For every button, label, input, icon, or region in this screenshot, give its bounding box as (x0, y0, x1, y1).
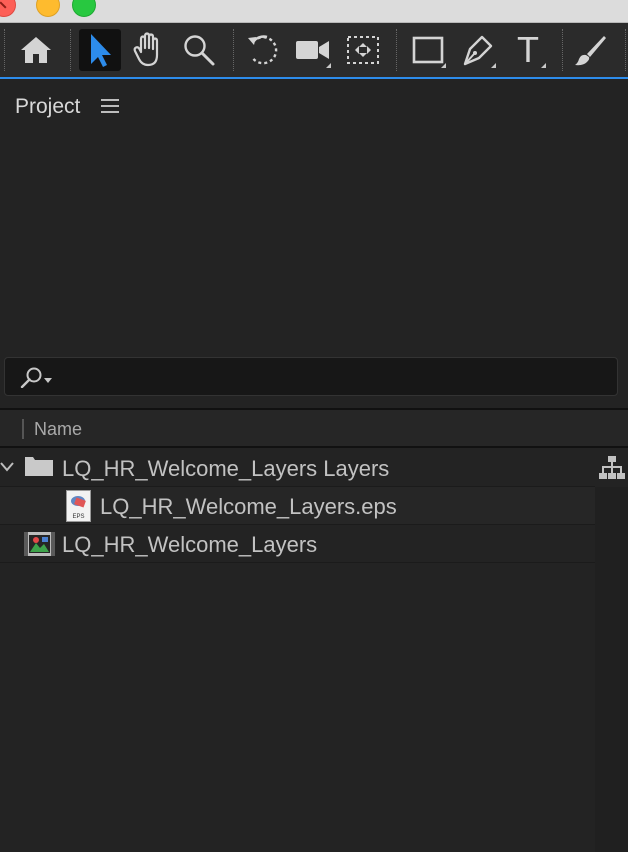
flowchart-icon[interactable] (598, 455, 626, 481)
brush-tool-button[interactable] (570, 29, 612, 71)
eps-file-icon: EPS (66, 490, 91, 522)
tool-flyout-indicator (541, 63, 546, 68)
hand-tool-button[interactable] (128, 29, 170, 71)
toolbar-separator (625, 29, 626, 71)
pan-behind-tool-icon (347, 36, 379, 64)
pen-tool-button[interactable] (457, 29, 499, 71)
rectangle-tool-button[interactable] (407, 29, 449, 71)
window-title-bar (0, 0, 628, 23)
chevron-down-icon[interactable] (0, 462, 14, 472)
name-column-header[interactable]: Name (34, 419, 82, 440)
search-dropdown-icon[interactable] (19, 366, 55, 388)
toolbar-separator (396, 29, 397, 71)
item-label: LQ_HR_Welcome_Layers Layers (62, 456, 390, 481)
column-label-marker (22, 419, 24, 439)
camera-tool-button[interactable] (292, 29, 334, 71)
project-item-folder[interactable]: LQ_HR_Welcome_Layers Layers (0, 449, 595, 487)
column-header-row: Name (0, 410, 628, 448)
rotation-tool-icon (248, 35, 278, 65)
zoom-tool-button[interactable] (178, 29, 220, 71)
project-search-input[interactable] (4, 357, 618, 396)
minimize-window-button[interactable] (36, 0, 60, 17)
hand-tool-icon (133, 32, 159, 67)
zoom-tool-icon (184, 35, 215, 66)
tools-toolbar: T (0, 23, 628, 79)
item-label: LQ_HR_Welcome_Layers.eps (100, 494, 397, 519)
selection-tool-icon (91, 34, 111, 67)
selection-tool-button[interactable] (79, 29, 121, 71)
home-button[interactable] (15, 29, 57, 71)
pan-behind-tool-button[interactable] (342, 29, 384, 71)
type-tool-button[interactable]: T (507, 29, 549, 71)
close-window-button[interactable] (0, 0, 16, 17)
folder-icon (25, 457, 53, 476)
type-tool-icon: T (517, 29, 539, 70)
rectangle-tool-icon (412, 36, 444, 64)
toolbar-separator (562, 29, 563, 71)
project-item-composition[interactable]: LQ_HR_Welcome_Layers (0, 525, 595, 563)
maximize-window-button[interactable] (72, 0, 96, 17)
home-icon (21, 37, 51, 63)
toolbar-separator (70, 29, 71, 71)
rotation-tool-button[interactable] (242, 29, 284, 71)
project-item-eps[interactable]: EPS LQ_HR_Welcome_Layers.eps (0, 487, 595, 525)
toolbar-separator (4, 29, 5, 71)
tool-flyout-indicator (441, 63, 446, 68)
toolbar-separator (233, 29, 234, 71)
scrollbar-track[interactable] (595, 487, 628, 852)
camera-tool-icon (296, 41, 329, 59)
tool-flyout-indicator (491, 63, 496, 68)
composition-icon (24, 532, 55, 556)
item-label: LQ_HR_Welcome_Layers (62, 532, 318, 557)
tool-flyout-indicator (326, 63, 331, 68)
brush-tool-icon (575, 36, 606, 66)
project-panel-title[interactable]: Project (15, 95, 80, 119)
hamburger-menu-icon[interactable] (101, 99, 119, 115)
